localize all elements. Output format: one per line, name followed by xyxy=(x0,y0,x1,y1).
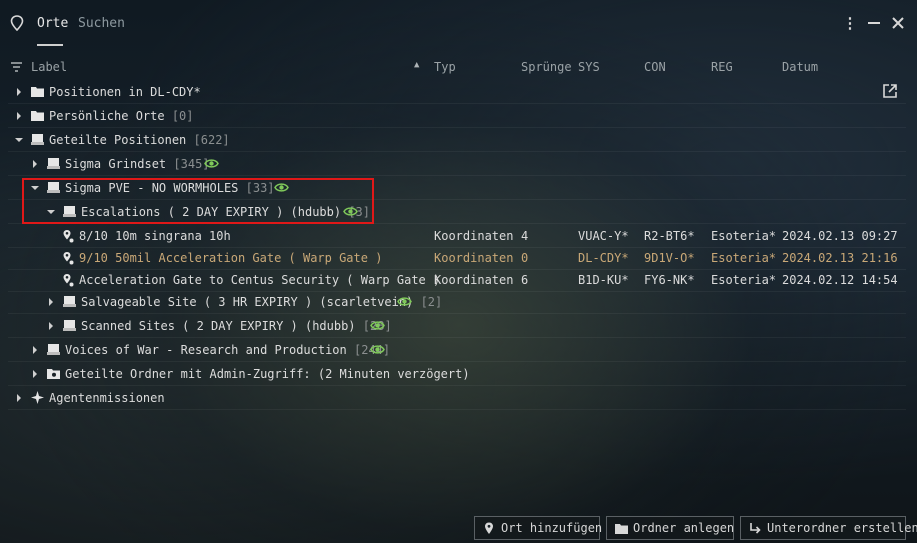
tree-row-scanned-sites[interactable]: Scanned Sites ( 2 DAY EXPIRY ) (hdubb) [… xyxy=(8,314,906,338)
bookmark-sys: B1D-KU* xyxy=(578,273,629,287)
column-typ[interactable]: Typ xyxy=(434,60,456,74)
bookmark-pin-icon xyxy=(63,252,74,265)
tree-label: Persönliche Orte [0] xyxy=(49,109,194,123)
folder-icon xyxy=(31,111,44,121)
admin-folder-icon xyxy=(47,369,60,379)
pin-icon xyxy=(485,522,493,534)
subfolder-arrow-icon xyxy=(750,523,761,534)
create-folder-button[interactable]: Ordner anlegen xyxy=(606,516,734,540)
kebab-menu-icon[interactable]: ⋮ xyxy=(842,14,858,32)
eye-icon[interactable] xyxy=(397,296,412,307)
bookmark-row[interactable]: 8/10 10m singrana 10h Koordinaten 4 VUAC… xyxy=(8,224,906,248)
bookmark-pin-icon xyxy=(63,230,74,243)
item-count: [622] xyxy=(193,133,230,147)
shared-folder-icon xyxy=(63,320,76,331)
bookmark-reg: Esoteria* xyxy=(711,251,777,265)
chevron-right-icon[interactable] xyxy=(30,159,40,169)
bookmark-typ: Koordinaten xyxy=(434,229,514,243)
eye-icon[interactable] xyxy=(204,158,219,169)
bookmark-jumps: 0 xyxy=(521,251,529,265)
tree-label: Salvageable Site ( 3 HR EXPIRY ) (scarle… xyxy=(81,295,443,309)
chevron-right-icon[interactable] xyxy=(14,87,24,97)
add-location-button[interactable]: Ort hinzufügen xyxy=(474,516,603,540)
create-subfolder-button[interactable]: Unterordner erstellen xyxy=(740,516,917,540)
tree-label: Scanned Sites ( 2 DAY EXPIRY ) (hdubb) [… xyxy=(81,319,392,333)
star-icon xyxy=(31,391,44,404)
chevron-right-icon[interactable] xyxy=(14,393,24,403)
tree-label: Agentenmissionen xyxy=(49,391,165,405)
tree-row-sigma-grindset[interactable]: Sigma Grindset [345] xyxy=(8,152,906,176)
column-reg[interactable]: REG xyxy=(711,60,733,74)
close-icon[interactable] xyxy=(890,14,906,32)
column-header-row: Label ▲ Typ Sprünge SYS CON REG Datum xyxy=(0,56,917,78)
column-datum[interactable]: Datum xyxy=(782,60,818,74)
bookmark-con: R2-BT6* xyxy=(644,229,695,243)
bookmark-typ: Koordinaten xyxy=(434,273,514,287)
shared-folder-icon xyxy=(47,158,60,169)
tree-label: Geteilte Positionen [622] xyxy=(49,133,230,147)
tree-label: Geteilte Ordner mit Admin-Zugriff: (2 Mi… xyxy=(65,367,470,381)
button-label: Ordner anlegen xyxy=(633,521,735,535)
tree-label: Sigma Grindset [345] xyxy=(65,157,210,171)
active-tab-indicator xyxy=(37,44,63,46)
chevron-right-icon[interactable] xyxy=(14,111,24,121)
bookmark-con: FY6-NK* xyxy=(644,273,695,287)
window-header: Orte Suchen ⋮ xyxy=(0,0,917,48)
bookmark-label: 9/10 50mil Acceleration Gate ( Warp Gate… xyxy=(79,251,383,265)
places-window: Orte Suchen ⋮ Label ▲ Typ Sprünge SYS CO… xyxy=(0,0,917,543)
bookmark-typ: Koordinaten xyxy=(434,251,514,265)
tree-row-persoenliche-orte[interactable]: Persönliche Orte [0] xyxy=(8,104,906,128)
bookmark-jumps: 4 xyxy=(521,229,529,243)
folder-icon xyxy=(615,524,628,534)
bookmark-reg: Esoteria* xyxy=(711,273,777,287)
chevron-right-icon[interactable] xyxy=(46,297,56,307)
bookmark-row[interactable]: 9/10 50mil Acceleration Gate ( Warp Gate… xyxy=(8,246,906,270)
bookmark-reg: Esoteria* xyxy=(711,229,777,243)
column-sys[interactable]: SYS xyxy=(578,60,600,74)
folder-icon xyxy=(31,87,44,97)
item-count: [2] xyxy=(420,295,443,309)
bookmark-pin-icon xyxy=(63,274,74,287)
tree-row-salvageable-site[interactable]: Salvageable Site ( 3 HR EXPIRY ) (scarle… xyxy=(8,290,906,314)
item-count: [0] xyxy=(171,109,194,123)
tree-row-voices-of-war[interactable]: Voices of War - Research and Production … xyxy=(8,338,906,362)
minimize-icon[interactable] xyxy=(866,14,882,32)
tree-row-agentenmissionen[interactable]: Agentenmissionen xyxy=(8,386,906,410)
bookmark-date: 2024.02.13 21:16 xyxy=(782,251,898,265)
chevron-right-icon[interactable] xyxy=(30,369,40,379)
bookmark-label: Acceleration Gate to Centus Security ( W… xyxy=(79,273,441,287)
bookmark-row[interactable]: Acceleration Gate to Centus Security ( W… xyxy=(8,268,906,292)
bookmark-date: 2024.02.13 09:27 xyxy=(782,229,898,243)
bookmark-date: 2024.02.12 14:54 xyxy=(782,273,898,287)
chevron-right-icon[interactable] xyxy=(30,345,40,355)
bookmark-jumps: 6 xyxy=(521,273,529,287)
button-label: Unterordner erstellen xyxy=(767,521,917,535)
tab-suchen[interactable]: Suchen xyxy=(78,16,125,31)
button-label: Ort hinzufügen xyxy=(501,521,603,535)
bookmark-sys: VUAC-Y* xyxy=(578,229,629,243)
bookmark-sys: DL-CDY* xyxy=(578,251,629,265)
tree-label: Voices of War - Research and Production … xyxy=(65,343,391,357)
eye-icon[interactable] xyxy=(370,320,385,331)
bookmark-label: 8/10 10m singrana 10h xyxy=(79,229,231,243)
chevron-down-icon[interactable] xyxy=(14,135,24,145)
column-spruenge[interactable]: Sprünge xyxy=(521,60,572,74)
tree-label: Positionen in DL-CDY* xyxy=(49,85,201,99)
sort-icon[interactable] xyxy=(10,61,23,73)
bookmark-con: 9D1V-O* xyxy=(644,251,695,265)
column-label[interactable]: Label xyxy=(31,60,67,74)
column-con[interactable]: CON xyxy=(644,60,666,74)
eye-icon[interactable] xyxy=(370,344,385,355)
shared-folder-icon xyxy=(47,344,60,355)
tab-orte[interactable]: Orte xyxy=(37,16,68,31)
tree-row-positionen[interactable]: Positionen in DL-CDY* xyxy=(8,80,906,104)
red-highlight-box xyxy=(22,178,374,224)
sort-ascending-icon: ▲ xyxy=(414,60,420,70)
chevron-right-icon[interactable] xyxy=(46,321,56,331)
shared-folder-icon xyxy=(31,134,44,145)
shared-folder-icon xyxy=(63,296,76,307)
tree-row-admin-folders[interactable]: Geteilte Ordner mit Admin-Zugriff: (2 Mi… xyxy=(8,362,906,386)
pin-icon xyxy=(10,15,24,31)
tree-row-geteilte-positionen[interactable]: Geteilte Positionen [622] xyxy=(8,128,906,152)
